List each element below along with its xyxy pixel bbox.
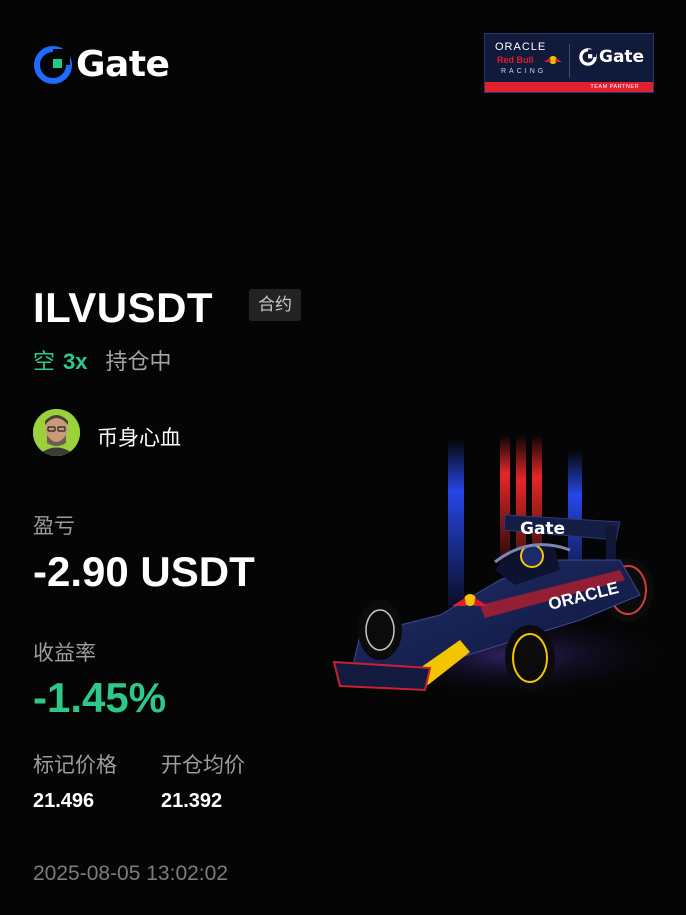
timestamp: 2025-08-05 13:02:02 [33, 862, 228, 885]
leverage-value: 3x [63, 349, 88, 374]
roi-value: -1.45% [33, 674, 167, 721]
race-car-icon: Gate ORACLE [332, 435, 685, 700]
gate-logo-icon [34, 46, 72, 84]
mark-price-value: 21.496 [33, 790, 95, 812]
gate-small-icon [579, 48, 597, 66]
mark-price-label: 标记价格 [33, 753, 117, 777]
partner-gate-text: Gate [599, 47, 645, 67]
contract-type-tag: 合约 [249, 289, 301, 321]
entry-price-label: 开仓均价 [161, 753, 245, 777]
pnl-label: 盈亏 [33, 514, 75, 538]
username: 币身心血 [97, 426, 181, 450]
gate-logo: Gate [34, 44, 170, 85]
pnl-value: -2.90 USDT [33, 548, 255, 595]
partner-strip: TEAM PARTNER [485, 82, 653, 92]
roi-label: 收益率 [33, 641, 96, 665]
avatar [33, 409, 80, 456]
logo-text: Gate [76, 44, 170, 85]
position-status: 持仓中 [105, 350, 172, 375]
position-side-row: 空 3x 持仓中 [33, 344, 172, 376]
partner-gate-logo: Gate [579, 47, 644, 67]
car-wing-text: Gate [520, 519, 565, 539]
partner-oracle-text: ORACLE [495, 41, 547, 53]
partner-redbull-text: Red Bull [497, 55, 534, 65]
symbol-title: ILVUSDT [33, 284, 214, 331]
avatar-portrait-icon [33, 409, 80, 456]
entry-price-value: 21.392 [161, 790, 223, 812]
position-side: 空 [33, 350, 56, 375]
red-bull-icon [544, 56, 562, 64]
f1-car-illustration: Gate ORACLE [320, 430, 686, 720]
partner-divider [569, 44, 570, 78]
team-partner-badge: ORACLE Red Bull RACING Gate TEAM PARTNER [484, 33, 654, 93]
partner-racing-text: RACING [501, 68, 547, 75]
partner-strip-text: TEAM PARTNER [590, 84, 639, 90]
